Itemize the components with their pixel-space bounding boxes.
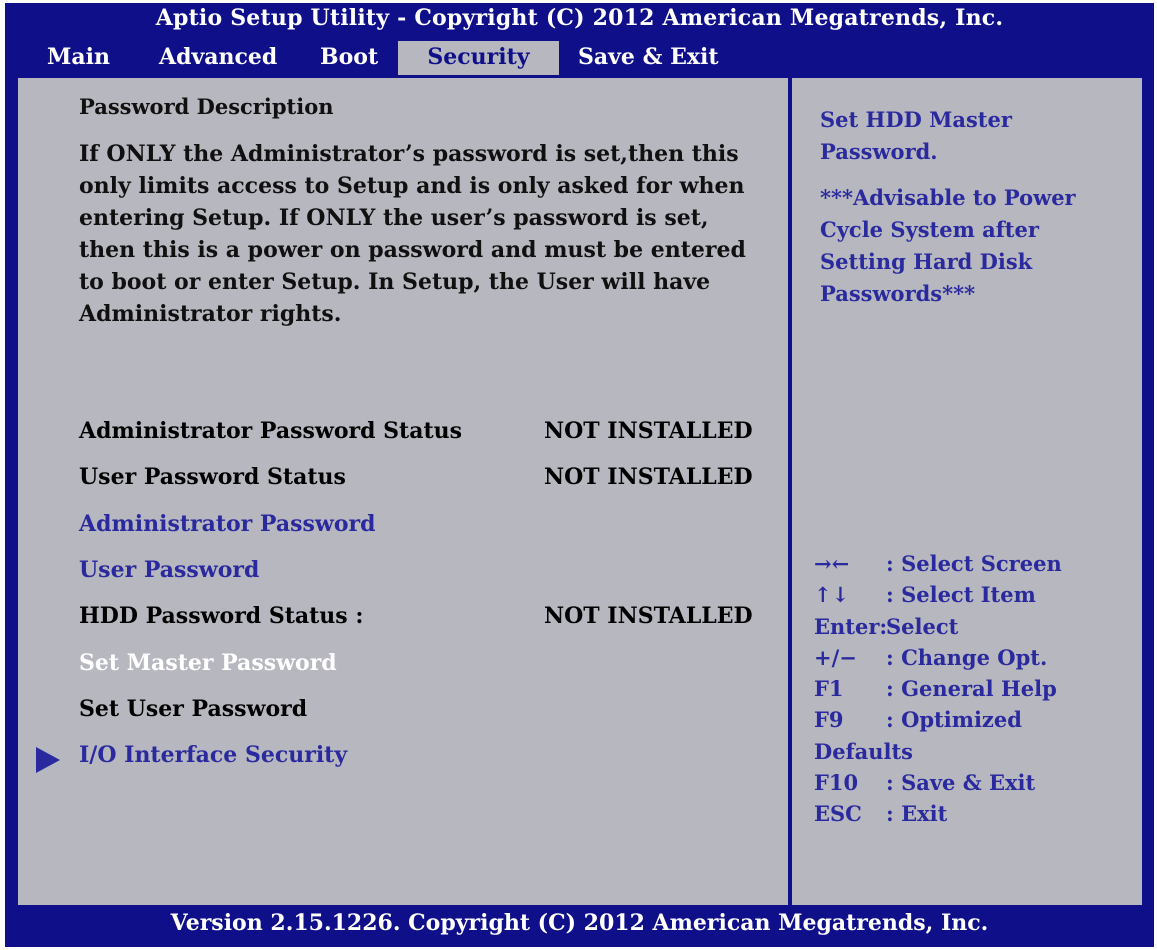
tab-boot[interactable]: Boot (310, 41, 388, 75)
key-desc: : Select Screen (886, 551, 1062, 576)
key-row: F9 : Optimized (814, 704, 1134, 735)
key-row: Defaults (814, 736, 1134, 767)
main-panel: Password Description If ONLY the Adminis… (15, 75, 1145, 908)
hdd-password-status-value: NOT INSTALLED (544, 603, 753, 629)
administrator-password-item[interactable]: Administrator Password (79, 511, 375, 537)
tab-save-exit[interactable]: Save & Exit (568, 41, 729, 75)
tab-security[interactable]: Security (398, 41, 559, 75)
key-enter: Enter: (814, 613, 888, 639)
key-row: Enter:Select (814, 611, 1134, 642)
user-password-status-label: User Password Status (79, 464, 346, 490)
hdd-password-status-label: HDD Password Status : (79, 603, 364, 629)
key-change-opt: +/− (814, 644, 857, 670)
admin-password-status-value: NOT INSTALLED (544, 418, 753, 444)
key-desc: : Exit (886, 801, 948, 827)
settings-pane: Password Description If ONLY the Adminis… (18, 78, 788, 905)
key-defaults: Defaults (814, 738, 913, 764)
tab-advanced[interactable]: Advanced (149, 41, 287, 75)
tab-bar: Main Advanced Boot Security Save & Exit (5, 41, 1154, 75)
key-row: ↑↓ : Select Item (814, 579, 1134, 610)
help-line-2: ***Advisable to Power Cycle System after… (820, 185, 1076, 306)
key-row: →← : Select Screen (814, 548, 1134, 579)
user-password-item[interactable]: User Password (79, 557, 259, 583)
admin-password-status-label: Administrator Password Status (79, 418, 462, 444)
key-select-item: ↑↓ (814, 582, 850, 608)
key-esc: ESC (814, 801, 862, 827)
key-desc: : Save & Exit (886, 770, 1036, 796)
key-row: ESC : Exit (814, 798, 1134, 829)
app-title: Aptio Setup Utility - Copyright (C) 2012… (155, 5, 1004, 31)
key-desc: : Select Item (886, 582, 1036, 608)
submenu-arrow-icon (36, 747, 60, 773)
key-f1: F1 (814, 676, 844, 702)
key-f10: F10 (814, 770, 859, 796)
key-desc: : General Help (886, 676, 1057, 702)
io-interface-security-item[interactable]: I/O Interface Security (79, 742, 347, 768)
key-desc: Select (886, 613, 959, 639)
key-legend: →← : Select Screen ↑↓ : Select Item Enter:… (814, 548, 1134, 830)
bios-screen: Aptio Setup Utility - Copyright (C) 2012… (5, 3, 1154, 947)
admin-password-status-row: Administrator Password Status NOT INSTAL… (79, 418, 753, 444)
key-desc: : Change Opt. (886, 644, 1048, 670)
user-password-status-value: NOT INSTALLED (544, 464, 753, 490)
help-text: Set HDD Master Password. ***Advisable to… (820, 104, 1110, 324)
password-description-heading: Password Description (79, 94, 334, 119)
tab-main[interactable]: Main (37, 41, 120, 75)
set-user-password-item[interactable]: Set User Password (79, 696, 307, 722)
key-row: F1 : General Help (814, 673, 1134, 704)
password-description-text: If ONLY the Administrator’s password is … (79, 141, 746, 327)
set-master-password-item[interactable]: Set Master Password (79, 650, 337, 676)
key-f9: F9 (814, 707, 844, 733)
help-pane: Set HDD Master Password. ***Advisable to… (792, 78, 1142, 905)
key-select-screen: →← (814, 551, 850, 576)
key-desc: : Optimized (886, 707, 1022, 733)
hdd-password-status-row: HDD Password Status : NOT INSTALLED (79, 603, 753, 629)
key-row: F10 : Save & Exit (814, 767, 1134, 798)
key-row: +/− : Change Opt. (814, 642, 1134, 673)
help-line-1: Set HDD Master Password. (820, 107, 1012, 164)
user-password-status-row: User Password Status NOT INSTALLED (79, 464, 753, 490)
version-footer: Version 2.15.1226. Copyright (C) 2012 Am… (170, 910, 989, 936)
